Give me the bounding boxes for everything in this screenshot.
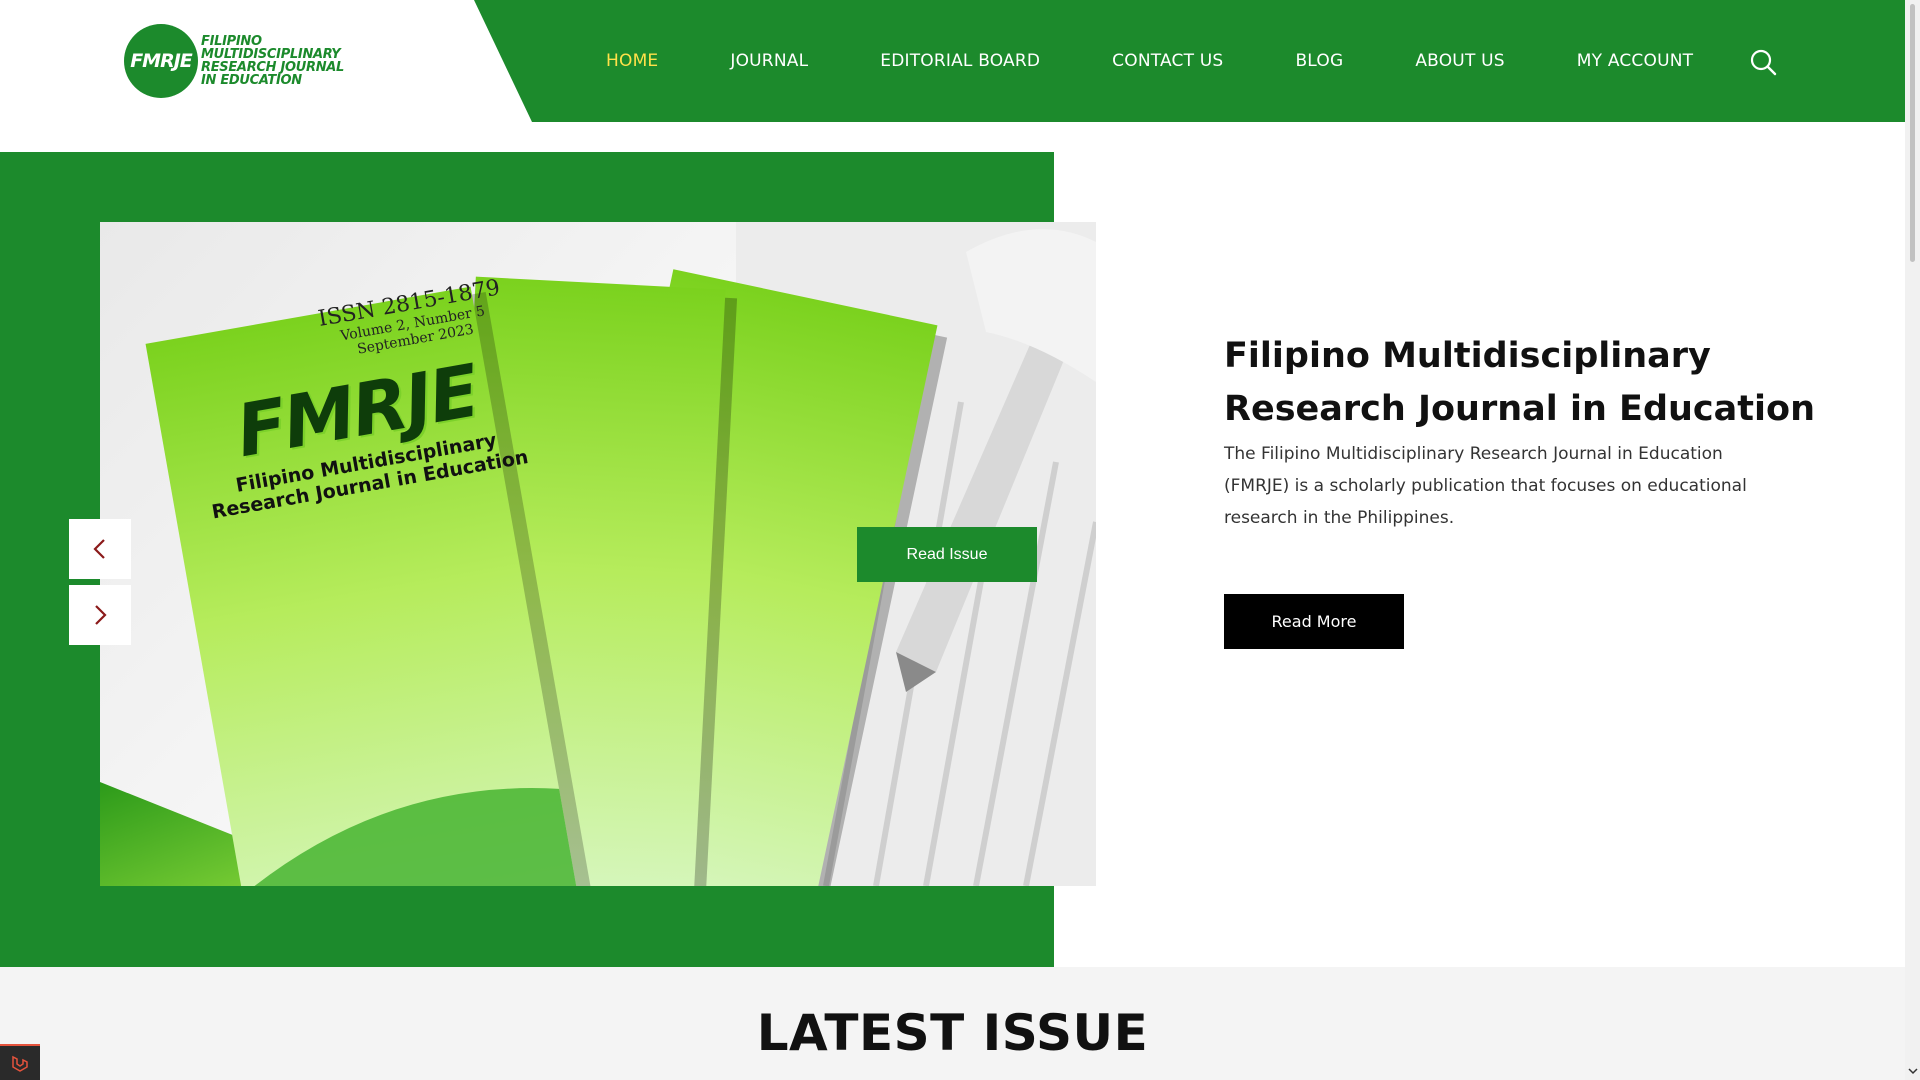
main-nav: HOME JOURNAL EDITORIAL BOARD CONTACT US … — [606, 0, 1765, 122]
logo-badge: FMRJE — [124, 24, 198, 98]
hero-title: Filipino Multidisciplinary Research Jour… — [1224, 336, 1815, 429]
nav-item-journal[interactable]: JOURNAL — [730, 51, 808, 71]
read-more-button[interactable]: Read More — [1224, 594, 1404, 649]
nav-item-contact-us[interactable]: CONTACT US — [1112, 51, 1223, 71]
latest-issue-section: LATEST ISSUE — [0, 967, 1905, 1080]
search-icon — [1750, 49, 1777, 76]
nav-item-blog[interactable]: BLOG — [1295, 51, 1343, 71]
scroll-down-button[interactable] — [1906, 1064, 1919, 1077]
nav-item-about-us[interactable]: ABOUT US — [1415, 51, 1504, 71]
slider-prev-button[interactable] — [69, 519, 131, 579]
chevron-left-icon — [93, 539, 105, 559]
site-header: FMRJE FILIPINO MULTIDISCIPLINARY RESEARC… — [0, 0, 1905, 122]
chevron-right-icon — [95, 605, 107, 625]
laravel-icon — [12, 1055, 28, 1072]
debug-toolbar-button[interactable] — [0, 1044, 40, 1080]
nav-item-my-account[interactable]: MY ACCOUNT — [1577, 51, 1693, 71]
nav-item-editorial-board[interactable]: EDITORIAL BOARD — [880, 51, 1040, 71]
slider-next-button[interactable] — [69, 585, 131, 645]
hero-description: The Filipino Multidisciplinary Research … — [1224, 444, 1747, 528]
scrollbar-thumb[interactable] — [1910, 4, 1915, 262]
logo-line: IN EDUCATION — [201, 73, 302, 88]
logo-wordmark: FILIPINO MULTIDISCIPLINARY RESEARCH JOUR… — [201, 35, 344, 87]
read-issue-button[interactable]: Read Issue — [857, 527, 1037, 582]
latest-issue-heading: LATEST ISSUE — [756, 1004, 1149, 1062]
nav-item-home[interactable]: HOME — [606, 51, 658, 71]
site-logo[interactable]: FMRJE FILIPINO MULTIDISCIPLINARY RESEARC… — [124, 24, 344, 98]
search-button[interactable] — [1749, 48, 1777, 76]
chevron-down-icon — [1907, 1067, 1918, 1074]
